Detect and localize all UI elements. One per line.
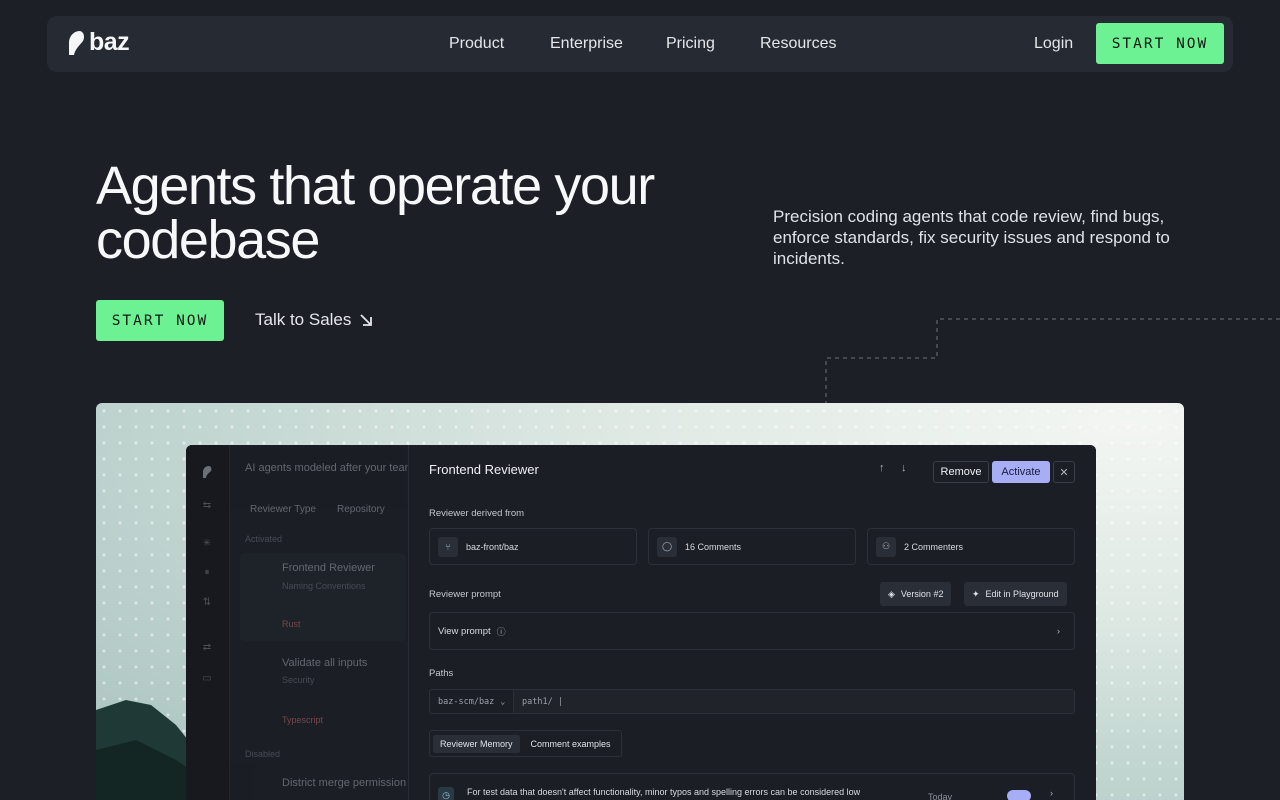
chevron-right-icon: ›	[1056, 625, 1060, 637]
baz-rail-logo-icon[interactable]	[201, 465, 213, 479]
agents-icon[interactable]: ✳	[200, 538, 214, 550]
repo-select-value: baz-scm/baz	[438, 696, 495, 707]
source-comments-label: 16 Comments	[685, 541, 742, 552]
path-input[interactable]: path1/ |	[514, 690, 1074, 713]
paths-label: Paths	[429, 668, 454, 679]
filter-repository[interactable]: Repository	[337, 504, 385, 515]
tab-comment-examples[interactable]: Comment examples	[524, 735, 618, 753]
source-repo-label: baz-front/baz	[466, 541, 519, 552]
memory-icon: ◷	[438, 787, 454, 800]
version-label: Version #2	[900, 589, 944, 599]
users-icon: ⚇	[876, 536, 896, 557]
list-item-title: District merge permission	[282, 777, 407, 789]
remove-button[interactable]: Remove	[933, 461, 989, 483]
pulls-icon[interactable]: ⏸	[200, 567, 214, 579]
list-item[interactable]: Validate all inputs Security Typescript	[240, 651, 406, 731]
view-prompt-row[interactable]: View prompt ⓘ ›	[429, 612, 1075, 650]
memory-toggle[interactable]	[1007, 790, 1031, 800]
layers-icon: ◈	[888, 588, 895, 599]
view-prompt-label: View prompt	[438, 625, 491, 637]
branch-icon[interactable]: ⇅	[200, 597, 214, 609]
inbox-icon[interactable]: ⇆	[200, 500, 214, 512]
list-item-sub: Naming Conventions	[282, 581, 366, 591]
version-button[interactable]: ◈ Version #2	[880, 582, 952, 606]
list-item[interactable]: Frontend Reviewer Naming Conventions Rus…	[240, 553, 406, 641]
panel-title: Frontend Reviewer	[429, 462, 539, 477]
git-branch-icon: ⑂	[438, 536, 458, 557]
swap-icon[interactable]: ⇄	[200, 642, 214, 654]
agents-list-pane: AI agents modeled after your team Review…	[230, 445, 414, 800]
activate-button[interactable]: Activate	[992, 461, 1050, 483]
path-input-row: baz-scm/baz ⌄ path1/ |	[429, 689, 1075, 714]
repo-select[interactable]: baz-scm/baz ⌄	[430, 690, 514, 713]
comment-icon: ◯	[657, 536, 677, 557]
side-rail: ⇆ ✳ ⏸ ⇅ ⇄ ▭	[186, 445, 230, 800]
list-item[interactable]: District merge permission	[240, 770, 406, 800]
source-repo-card[interactable]: ⑂ baz-front/baz	[429, 528, 637, 565]
source-commenters-card[interactable]: ⚇ 2 Commenters	[867, 528, 1075, 565]
dashed-connector-decoration	[825, 318, 1280, 404]
list-header: AI agents modeled after your team	[245, 462, 414, 474]
list-item-title: Frontend Reviewer	[282, 562, 375, 574]
list-item-title: Validate all inputs	[282, 657, 368, 669]
app-window: ⇆ ✳ ⏸ ⇅ ⇄ ▭ AI agents modeled after your…	[186, 445, 1096, 800]
memory-tabs: Reviewer Memory Comment examples	[429, 730, 622, 757]
chevron-down-icon: ⌄	[500, 696, 506, 707]
arrow-up-icon[interactable]: ↑	[879, 462, 885, 474]
source-commenters-label: 2 Commenters	[904, 541, 964, 552]
list-item-tag: Typescript	[282, 715, 324, 725]
card-icon[interactable]: ▭	[200, 673, 214, 685]
tab-reviewer-memory[interactable]: Reviewer Memory	[433, 734, 520, 753]
prompt-label: Reviewer prompt	[429, 589, 501, 600]
sparkle-icon: ✦	[972, 588, 980, 599]
arrow-down-icon[interactable]: ↓	[901, 462, 907, 474]
edit-in-playground-button[interactable]: ✦ Edit in Playground	[964, 582, 1067, 606]
chevron-right-icon: ›	[1050, 788, 1053, 798]
playground-label: Edit in Playground	[985, 589, 1059, 599]
source-comments-card[interactable]: ◯ 16 Comments	[648, 528, 856, 565]
memory-text: For test data that doesn't affect functi…	[467, 787, 861, 797]
close-icon[interactable]: ✕	[1053, 461, 1075, 483]
section-disabled: Disabled	[245, 749, 281, 759]
section-activated: Activated	[245, 534, 283, 544]
list-item-tag: Rust	[282, 619, 301, 629]
filter-reviewer-type[interactable]: Reviewer Type	[250, 504, 316, 515]
memory-item[interactable]: ◷ For test data that doesn't affect func…	[429, 773, 1075, 800]
memory-date: Today	[928, 792, 953, 800]
list-item-sub: Security	[282, 675, 315, 685]
derived-label: Reviewer derived from	[429, 508, 525, 519]
info-icon: ⓘ	[496, 626, 506, 637]
reviewer-detail-panel: Frontend Reviewer ↑ ↓ Remove Activate ✕ …	[408, 445, 1096, 800]
